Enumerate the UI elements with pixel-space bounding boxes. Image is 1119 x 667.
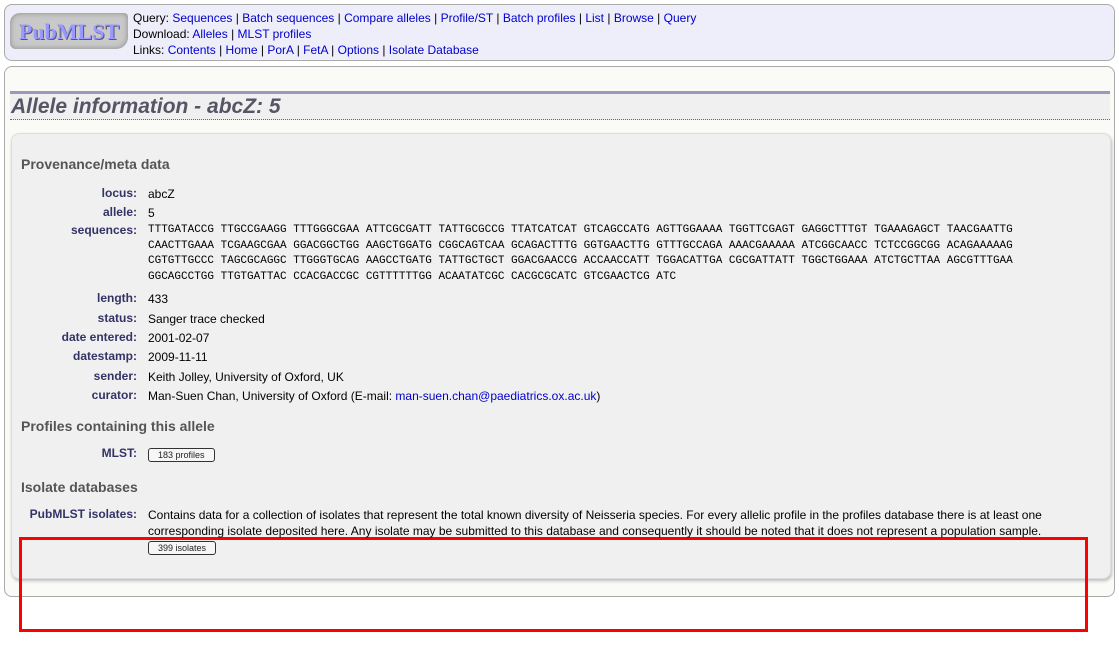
nav-link-mlst-profiles[interactable]: MLST profiles [238, 27, 312, 41]
profiles-heading: Profiles containing this allele [21, 418, 215, 434]
nav-link-alleles[interactable]: Alleles [192, 27, 227, 41]
nav-link-feta[interactable]: FetA [303, 43, 328, 57]
curator-email-link[interactable]: man-suen.chan@paediatrics.ox.ac.uk [395, 389, 596, 403]
field-value: 5 [148, 205, 1078, 221]
isolates-heading: Isolate databases [21, 479, 138, 495]
nav-link-list[interactable]: List [585, 11, 604, 25]
nav-link-batch-profiles[interactable]: Batch profiles [503, 11, 576, 25]
nav-link-isolate-database[interactable]: Isolate Database [389, 43, 479, 57]
nav-link-home[interactable]: Home [226, 43, 258, 57]
field-label: date entered: [61, 330, 137, 344]
profiles-button[interactable]: 183 profiles [148, 448, 215, 462]
query-links: Query: Sequences | Batch sequences | Com… [133, 11, 697, 25]
nav-link-query[interactable]: Query [664, 11, 697, 25]
field-value-text: Man-Suen Chan, University of Oxford (E-m… [148, 389, 396, 403]
field-value: Keith Jolley, University of Oxford, UK [148, 369, 1078, 385]
field-value-text: abcZ [148, 187, 175, 201]
isolates-description: Contains data for a collection of isolat… [148, 508, 1042, 538]
page-title: Allele information - abcZ: 5 [11, 95, 281, 118]
nav-link-pora[interactable]: PorA [267, 43, 293, 57]
nav-link-sequences[interactable]: Sequences [172, 11, 232, 25]
provenance-heading: Provenance/meta data [21, 156, 170, 172]
field-value: 2009-11-11 [148, 349, 1078, 365]
pubmlst-logo[interactable]: PubMLST [10, 13, 128, 49]
field-label: curator: [91, 388, 137, 402]
field-label: status: [97, 311, 137, 325]
field-value-text: Keith Jolley, University of Oxford, UK [148, 370, 344, 384]
field-suffix: ) [596, 389, 601, 403]
other-links: Links: Contents | Home | PorA | FetA | O… [133, 43, 479, 57]
field-value: 2001-02-07 [148, 330, 1078, 346]
nav-link-compare-alleles[interactable]: Compare alleles [344, 11, 431, 25]
page-title-bar: Allele information - abcZ: 5 [10, 91, 1110, 120]
nav-link-contents[interactable]: Contents [168, 43, 216, 57]
field-label: datestamp: [72, 349, 137, 363]
main-content: Allele information - abcZ: 5 Provenance/… [4, 66, 1115, 632]
field-label: locus: [101, 186, 137, 200]
field-value: TTTGATACCG TTGCCGAAGG TTTGGGCGAA ATTCGCG… [148, 223, 1078, 285]
nav-link-profile-st[interactable]: Profile/ST [441, 11, 493, 25]
field-label: allele: [102, 205, 137, 219]
field-label: length: [97, 291, 137, 305]
nav-link-browse[interactable]: Browse [614, 11, 654, 25]
field-value-text: Sanger trace checked [148, 312, 265, 326]
pubmlst-isolates-label: PubMLST isolates: [29, 507, 137, 521]
mlst-label: MLST: [101, 446, 137, 460]
field-value-text: 2001-02-07 [148, 331, 210, 345]
field-value-text: 2009-11-11 [148, 350, 208, 364]
field-value: Sanger trace checked [148, 311, 1078, 327]
nav-link-batch-sequences[interactable]: Batch sequences [242, 11, 334, 25]
field-label: sequences: [70, 223, 137, 237]
nav-links: Query: Sequences | Batch sequences | Com… [133, 10, 696, 58]
field-value: abcZ [148, 186, 1078, 202]
nav-link-options[interactable]: Options [338, 43, 379, 57]
download-links: Download: Alleles | MLST profiles [133, 27, 312, 41]
field-value-text: TTTGATACCG TTGCCGAAGG TTTGGGCGAA ATTCGCG… [148, 224, 1013, 283]
field-value-text: 433 [148, 292, 169, 306]
field-value-text: 5 [148, 206, 155, 220]
field-value: Man-Suen Chan, University of Oxford (E-m… [148, 388, 1078, 404]
allele-panel: Provenance/meta data locus: abcZ allele: 5 s… [11, 133, 1111, 632]
header: PubMLST Query: Sequences | Batch sequenc… [4, 4, 1115, 61]
isolates-button[interactable]: 399 isolates [148, 541, 217, 555]
field-value: 433 [148, 291, 1078, 307]
field-label: sender: [93, 369, 137, 383]
